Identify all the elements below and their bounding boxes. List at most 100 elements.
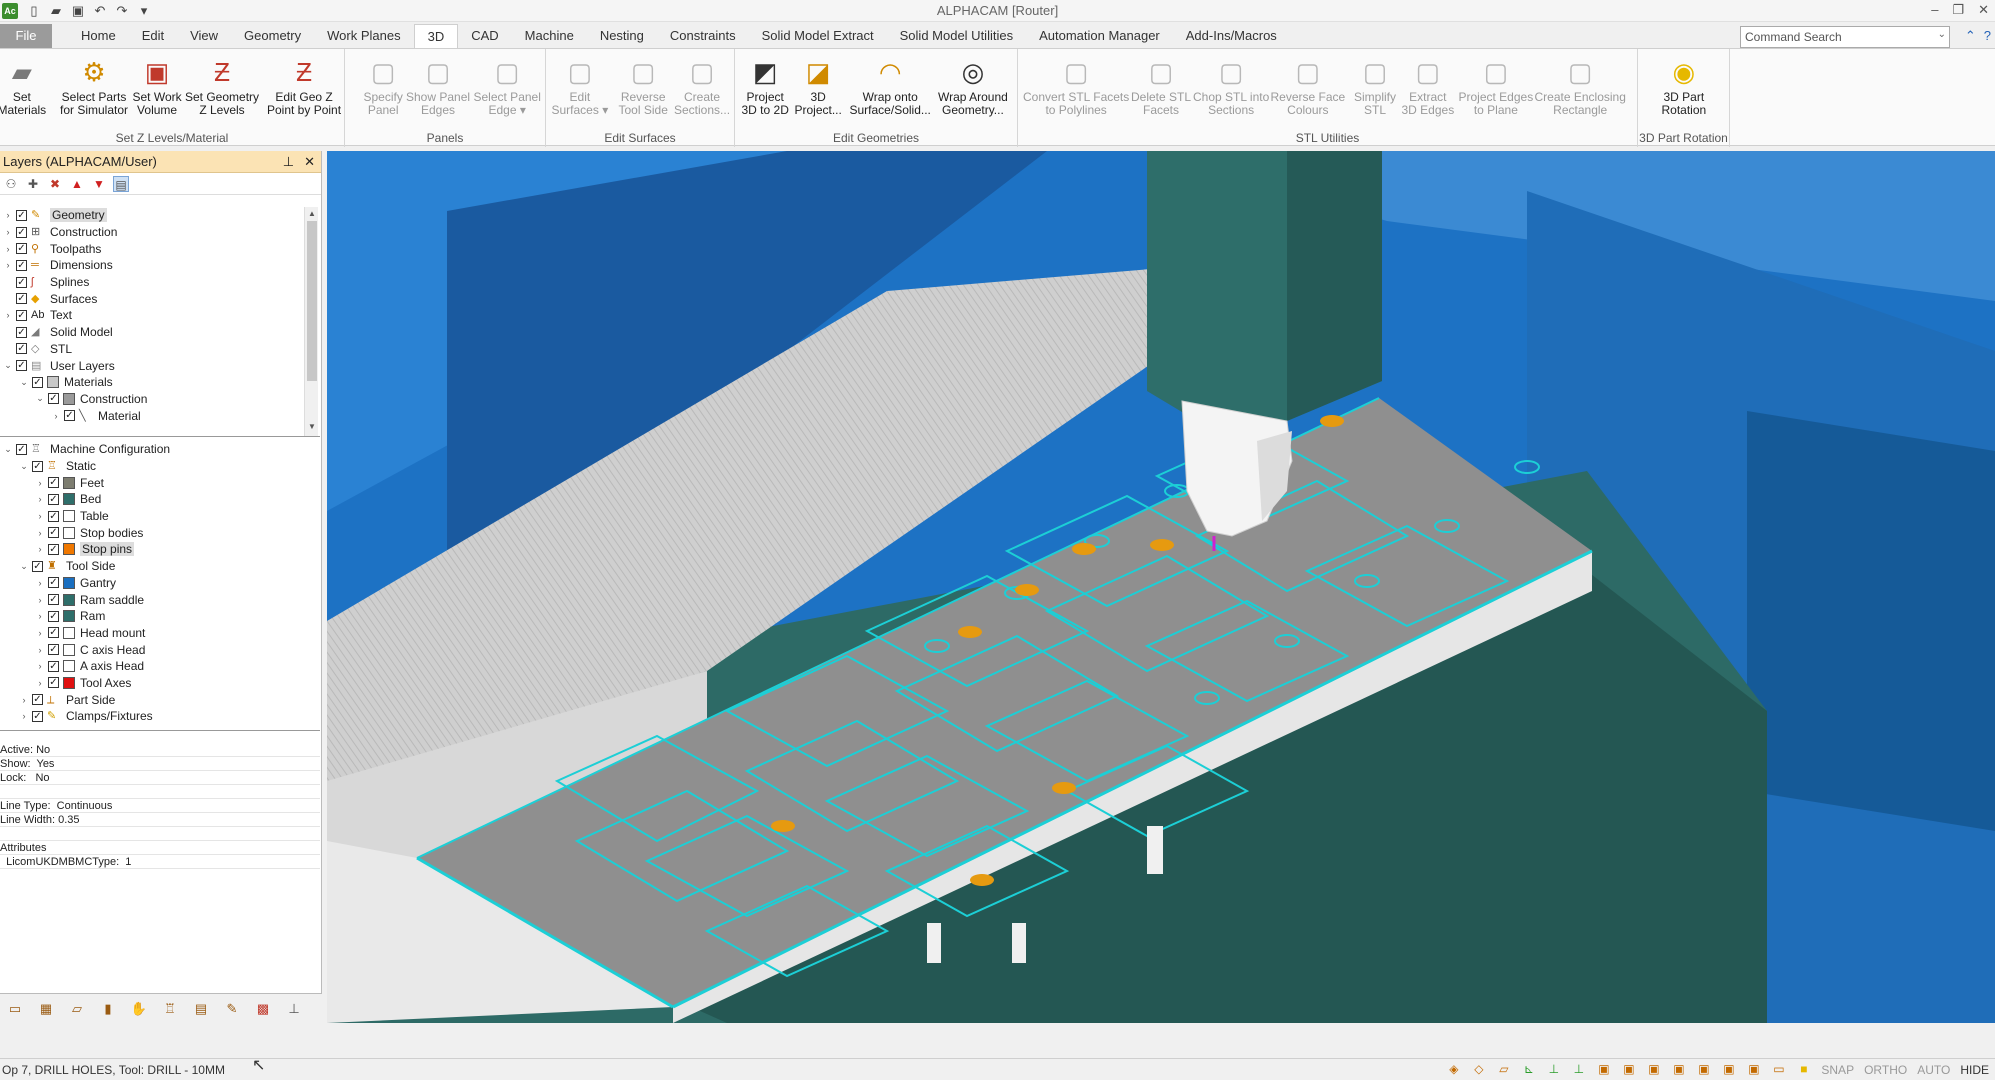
extract-3d-edges-button[interactable]: ▢ Extract 3D Edges xyxy=(1402,55,1455,117)
tree-row-part-side[interactable]: › ✓ ⟂ Part Side xyxy=(0,691,320,708)
visibility-checkbox[interactable]: ✓ xyxy=(48,577,59,589)
tree-row-static[interactable]: ⌄ ✓ ♖ Static xyxy=(0,458,320,475)
grid-layer-icon[interactable]: ▤ xyxy=(192,1000,210,1018)
open-folder-icon[interactable]: ▰ xyxy=(48,3,64,19)
visibility-checkbox[interactable]: ✓ xyxy=(32,376,43,388)
tree-row-text[interactable]: › ✓ Ab Text xyxy=(0,307,320,324)
visibility-checkbox[interactable]: ✓ xyxy=(32,710,43,722)
expand-icon[interactable]: › xyxy=(18,695,30,705)
view-side-icon[interactable]: ▣ xyxy=(1646,1062,1661,1077)
tree-label[interactable]: Stop pins xyxy=(80,542,135,557)
tree-row-splines[interactable]: ✓ ʃ Splines xyxy=(0,274,320,291)
expand-icon[interactable]: › xyxy=(34,628,46,638)
visibility-checkbox[interactable]: ✓ xyxy=(16,343,27,355)
tree-row-tool-axes[interactable]: › ✓ Tool Axes xyxy=(0,675,320,692)
tab-cad[interactable]: CAD xyxy=(458,24,511,48)
expand-icon[interactable]: › xyxy=(2,244,14,254)
zoom-window-icon[interactable]: ▭ xyxy=(1771,1062,1786,1077)
tab-automation-manager[interactable]: Automation Manager xyxy=(1026,24,1173,48)
tree-label[interactable]: Text xyxy=(50,308,72,322)
view-right-icon[interactable]: ▣ xyxy=(1671,1062,1686,1077)
tab-solid-model-utilities[interactable]: Solid Model Utilities xyxy=(887,24,1026,48)
delete-layer-icon[interactable]: ✖ xyxy=(47,176,63,192)
pin-icon[interactable]: ⊥ xyxy=(283,154,294,170)
tree-label[interactable]: Tool Axes xyxy=(80,676,131,690)
expand-icon[interactable]: › xyxy=(34,678,46,688)
tab-machine[interactable]: Machine xyxy=(512,24,587,48)
tree-row-machine-configuration[interactable]: ⌄ ✓ ♖ Machine Configuration xyxy=(0,441,320,458)
edit-surfaces-button[interactable]: ▢ Edit Surfaces ▾ xyxy=(552,55,609,117)
view-bottom-icon[interactable]: ▣ xyxy=(1721,1062,1736,1077)
red-grid-icon[interactable]: ▩ xyxy=(254,1000,272,1018)
tree-row-construction[interactable]: ⌄ ✓ Construction xyxy=(0,391,320,408)
layer-color-swatch[interactable] xyxy=(63,526,75,539)
tab-3d[interactable]: 3D xyxy=(413,24,459,48)
tree-row-material[interactable]: › ✓ ╲ Material xyxy=(0,407,320,424)
expand-icon[interactable]: › xyxy=(34,645,46,655)
visibility-checkbox[interactable]: ✓ xyxy=(48,660,59,672)
tree-row-table[interactable]: › ✓ Table xyxy=(0,508,320,525)
axis-y-icon[interactable]: ⊥ xyxy=(1571,1062,1586,1077)
tree-row-dimensions[interactable]: › ✓ ═ Dimensions xyxy=(0,257,320,274)
layer-color-swatch[interactable] xyxy=(63,626,75,639)
minimize-icon[interactable]: – xyxy=(1931,2,1938,18)
visibility-checkbox[interactable]: ✓ xyxy=(32,694,43,706)
iso-view-icon[interactable]: ◈ xyxy=(1446,1062,1461,1077)
visibility-checkbox[interactable]: ✓ xyxy=(16,309,27,321)
visibility-checkbox[interactable]: ✓ xyxy=(48,510,59,522)
app-logo[interactable]: Ac xyxy=(2,2,18,19)
delete-stl-facets-button[interactable]: ▢ Delete STL Facets xyxy=(1131,55,1191,117)
expand-icon[interactable]: › xyxy=(2,227,14,237)
expand-icon[interactable]: › xyxy=(50,411,62,421)
3d-project-button[interactable]: ◪ 3D Project... xyxy=(795,55,842,117)
expand-icon[interactable]: › xyxy=(34,611,46,621)
visibility-checkbox[interactable]: ✓ xyxy=(48,393,59,405)
select-parts-for-simulator-button[interactable]: ⚙ Select Parts for Simulator xyxy=(60,55,128,117)
tab-edit[interactable]: Edit xyxy=(129,24,177,48)
restore-icon[interactable]: ❐ xyxy=(1952,2,1964,18)
visibility-checkbox[interactable]: ✓ xyxy=(48,677,59,689)
expand-icon[interactable]: › xyxy=(34,528,46,538)
reverse-tool-side-button[interactable]: ▢ Reverse Tool Side xyxy=(619,55,668,117)
project-edges-to-plane-button[interactable]: ▢ Project Edges to Plane xyxy=(1459,55,1534,117)
tree-label[interactable]: Head mount xyxy=(80,626,145,640)
tree-label[interactable]: Static xyxy=(66,459,96,473)
visibility-checkbox[interactable]: ✓ xyxy=(48,493,59,505)
expand-icon[interactable]: › xyxy=(34,578,46,588)
chevron-down-icon[interactable]: ⌄ xyxy=(1938,29,1946,40)
layer-folder-icon[interactable]: ▭ xyxy=(6,1000,24,1018)
simplify-stl-button[interactable]: ▢ Simplify STL xyxy=(1354,55,1396,117)
convert-stl-facets-to-polylines-button[interactable]: ▢ Convert STL Facets to Polylines xyxy=(1023,55,1129,117)
wrap-onto-surface-solid-button[interactable]: ◠ Wrap onto Surface/Solid... xyxy=(850,55,931,117)
tree-row-toolpaths[interactable]: › ✓ ⚲ Toolpaths xyxy=(0,240,320,257)
binoculars-icon[interactable]: ⚇ xyxy=(3,176,19,192)
expand-icon[interactable]: › xyxy=(2,260,14,270)
layer-color-swatch[interactable] xyxy=(63,576,75,589)
tree-row-feet[interactable]: › ✓ Feet xyxy=(0,474,320,491)
expand-icon[interactable]: › xyxy=(2,310,14,320)
tab-constraints[interactable]: Constraints xyxy=(657,24,749,48)
chop-stl-into-sections-button[interactable]: ▢ Chop STL into Sections xyxy=(1193,55,1269,117)
set-materials-button[interactable]: ▰ Set Materials xyxy=(0,55,46,117)
tree-row-a-axis-head[interactable]: › ✓ A axis Head xyxy=(0,658,320,675)
set-work-volume-button[interactable]: ▣ Set Work Volume xyxy=(133,55,182,117)
tree-row-head-mount[interactable]: › ✓ Head mount xyxy=(0,625,320,642)
tree-row-solid-model[interactable]: ✓ ◢ Solid Model xyxy=(0,324,320,341)
save-icon[interactable]: ▣ xyxy=(70,3,86,19)
layer-color-swatch[interactable] xyxy=(63,660,75,673)
visibility-checkbox[interactable]: ✓ xyxy=(48,543,59,555)
visibility-checkbox[interactable]: ✓ xyxy=(16,326,27,338)
visibility-checkbox[interactable]: ✓ xyxy=(48,594,59,606)
tree-row-ram[interactable]: › ✓ Ram xyxy=(0,608,320,625)
tab-home[interactable]: Home xyxy=(68,24,129,48)
tree-label[interactable]: Solid Model xyxy=(50,325,113,339)
mode-ortho[interactable]: ORTHO xyxy=(1864,1063,1907,1077)
view-top-icon[interactable]: ▣ xyxy=(1596,1062,1611,1077)
visibility-checkbox[interactable]: ✓ xyxy=(16,259,27,271)
move-up-icon[interactable]: ▲ xyxy=(69,176,85,192)
tree-row-stl[interactable]: ✓ ◇ STL xyxy=(0,341,320,358)
new-file-icon[interactable]: ▯ xyxy=(26,3,42,19)
tab-work-planes[interactable]: Work Planes xyxy=(314,24,413,48)
close-icon[interactable]: ✕ xyxy=(1978,2,1989,18)
tab-solid-model-extract[interactable]: Solid Model Extract xyxy=(749,24,887,48)
